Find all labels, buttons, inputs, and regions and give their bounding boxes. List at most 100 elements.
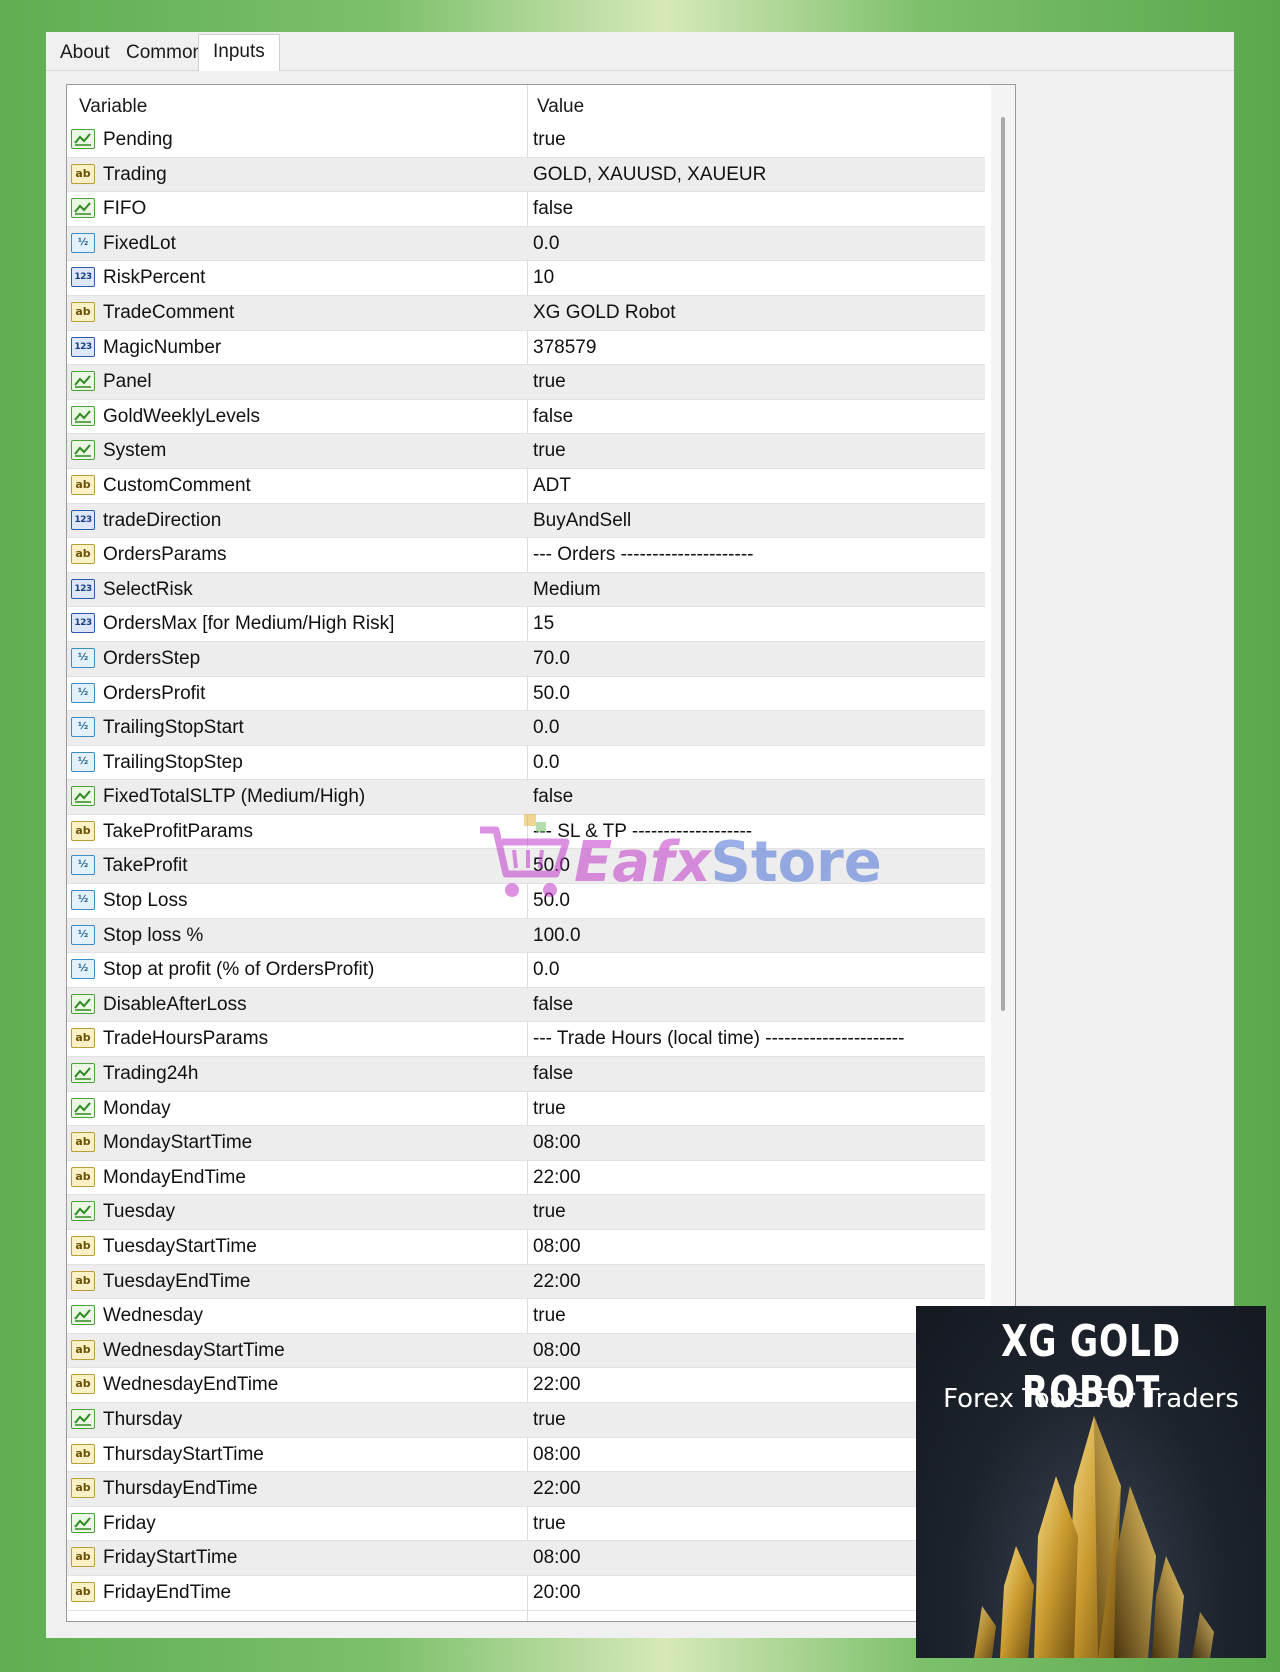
variable-value[interactable]: GOLD, XAUUSD, XAUEUR [533,158,766,192]
header-value[interactable]: Value [537,85,584,123]
variable-value[interactable]: true [533,1195,566,1229]
table-row[interactable]: ab WednesdayStartTime 08:00 [67,1333,985,1369]
variable-value[interactable]: Medium [533,573,601,607]
scrollbar-thumb[interactable] [1001,117,1005,1011]
table-row[interactable]: ½ Stop at profit (% of OrdersProfit) 0.0 [67,953,985,988]
variable-name: Tuesday [103,1201,176,1223]
variable-value[interactable]: 378579 [533,331,596,365]
variable-value[interactable]: ADT [533,469,571,503]
variable-value[interactable]: 08:00 [533,1126,581,1160]
variable-value[interactable]: true [533,1403,566,1437]
table-row[interactable]: ab MondayEndTime 22:00 [67,1161,985,1196]
variable-value[interactable]: 22:00 [533,1161,581,1195]
table-row[interactable]: System true [67,434,985,469]
string-icon: ab [71,1166,95,1187]
table-row[interactable]: ab FridayStartTime 08:00 [67,1541,985,1576]
variable-value[interactable]: true [533,123,566,157]
variable-value[interactable]: 70.0 [533,642,570,676]
variable-name: MagicNumber [103,336,222,358]
table-row[interactable]: ½ FixedLot 0.0 [67,226,985,262]
variable-value[interactable]: --- SL & TP ------------------- [533,815,752,849]
variable-value[interactable]: true [533,365,566,399]
table-row[interactable]: ab TradeComment XG GOLD Robot [67,295,985,331]
table-row[interactable]: 123 RiskPercent 10 [67,261,985,296]
table-row[interactable]: ab TuesdayStartTime 08:00 [67,1230,985,1265]
variable-value[interactable]: true [533,1299,566,1333]
variable-value[interactable]: 15 [533,607,554,641]
table-row[interactable]: GoldWeeklyLevels false [67,400,985,435]
variable-value[interactable]: 22:00 [533,1265,581,1299]
variable-value[interactable]: false [533,1057,573,1091]
table-row[interactable]: ab OrdersParams --- Orders ---------------… [67,538,985,573]
table-row[interactable]: FixedTotalSLTP (Medium/High) false [67,780,985,815]
variable-value[interactable]: 08:00 [533,1230,581,1264]
variable-value[interactable]: false [533,400,573,434]
table-row[interactable]: Wednesday true [67,1299,985,1334]
double-icon: ½ [71,682,95,703]
table-row[interactable]: ab TakeProfitParams --- SL & TP ----------… [67,815,985,850]
table-row[interactable]: ab Trading GOLD, XAUUSD, XAUEUR [67,157,985,193]
variable-value[interactable]: 22:00 [533,1368,581,1402]
variable-value[interactable]: XG GOLD Robot [533,296,676,330]
variable-value[interactable]: false [533,780,573,814]
table-row[interactable]: Friday true [67,1507,985,1542]
variable-name: OrdersParams [103,544,227,566]
variable-value[interactable]: true [533,1507,566,1541]
variable-value[interactable]: 0.0 [533,953,559,987]
variable-value[interactable]: 0.0 [533,746,559,780]
variable-value[interactable]: 22:00 [533,1472,581,1506]
variable-name: WednesdayEndTime [103,1374,279,1396]
table-row[interactable]: FIFO false [67,192,985,227]
table-row[interactable]: ab TradeHoursParams --- Trade Hours (local… [67,1022,985,1058]
variable-value[interactable]: --- Orders --------------------- [533,538,753,572]
table-row[interactable]: 123 tradeDirection BuyAndSell [67,503,985,539]
table-row[interactable]: ab MondayStartTime 08:00 [67,1126,985,1161]
variable-value[interactable]: 0.0 [533,711,559,745]
table-row[interactable]: ½ OrdersStep 70.0 [67,641,985,677]
tab-inputs[interactable]: Inputs [198,34,280,71]
table-row[interactable]: 123 MagicNumber 378579 [67,331,985,366]
table-row[interactable]: DisableAfterLoss false [67,987,985,1023]
bool-icon [71,129,95,149]
table-row[interactable]: 123 OrdersMax [for Medium/High Risk] 15 [67,607,985,642]
table-row[interactable]: Tuesday true [67,1195,985,1230]
table-row[interactable]: ½ Stop Loss 50.0 [67,884,985,919]
table-row[interactable]: ab WednesdayEndTime 22:00 [67,1368,985,1403]
variable-value[interactable]: 100.0 [533,919,581,953]
table-row[interactable]: Monday true [67,1092,985,1127]
header-variable[interactable]: Variable [79,85,147,123]
table-row[interactable]: 123 SelectRisk Medium [67,572,985,608]
variable-value[interactable]: 20:00 [533,1576,581,1610]
table-row[interactable]: ½ TakeProfit 50.0 [67,849,985,885]
variable-value[interactable]: 50.0 [533,677,570,711]
bool-icon [71,1201,95,1222]
table-row[interactable]: ab TuesdayEndTime 22:00 [67,1264,985,1300]
variable-value[interactable]: false [533,192,573,226]
variable-value[interactable]: 50.0 [533,884,570,918]
variable-value[interactable]: BuyAndSell [533,504,631,538]
table-row[interactable]: ab FridayEndTime 20:00 [67,1576,985,1611]
variable-name: DisableAfterLoss [103,993,247,1015]
variable-name: Panel [103,371,152,393]
table-row[interactable]: Trading24h false [67,1057,985,1092]
table-row[interactable]: Thursday true [67,1402,985,1438]
table-row[interactable]: ½ Stop loss % 100.0 [67,918,985,954]
table-row[interactable]: ab ThursdayStartTime 08:00 [67,1438,985,1473]
variable-value[interactable]: 08:00 [533,1334,581,1368]
variable-value[interactable]: 08:00 [533,1541,581,1575]
variable-value[interactable]: 10 [533,261,554,295]
variable-value[interactable]: true [533,434,566,468]
variable-value[interactable]: false [533,988,573,1022]
variable-value[interactable]: 0.0 [533,227,559,261]
variable-value[interactable]: 50.0 [533,849,570,883]
variable-value[interactable]: --- Trade Hours (local time) -----------… [533,1022,904,1056]
table-row[interactable]: ½ TrailingStopStart 0.0 [67,711,985,746]
table-row[interactable]: ½ OrdersProfit 50.0 [67,677,985,712]
table-row[interactable]: ab ThursdayEndTime 22:00 [67,1472,985,1507]
table-row[interactable]: Pending true [67,123,985,158]
table-row[interactable]: ab CustomComment ADT [67,469,985,504]
table-row[interactable]: ½ TrailingStopStep 0.0 [67,746,985,781]
variable-value[interactable]: 08:00 [533,1438,581,1472]
variable-value[interactable]: true [533,1092,566,1126]
table-row[interactable]: Panel true [67,365,985,400]
